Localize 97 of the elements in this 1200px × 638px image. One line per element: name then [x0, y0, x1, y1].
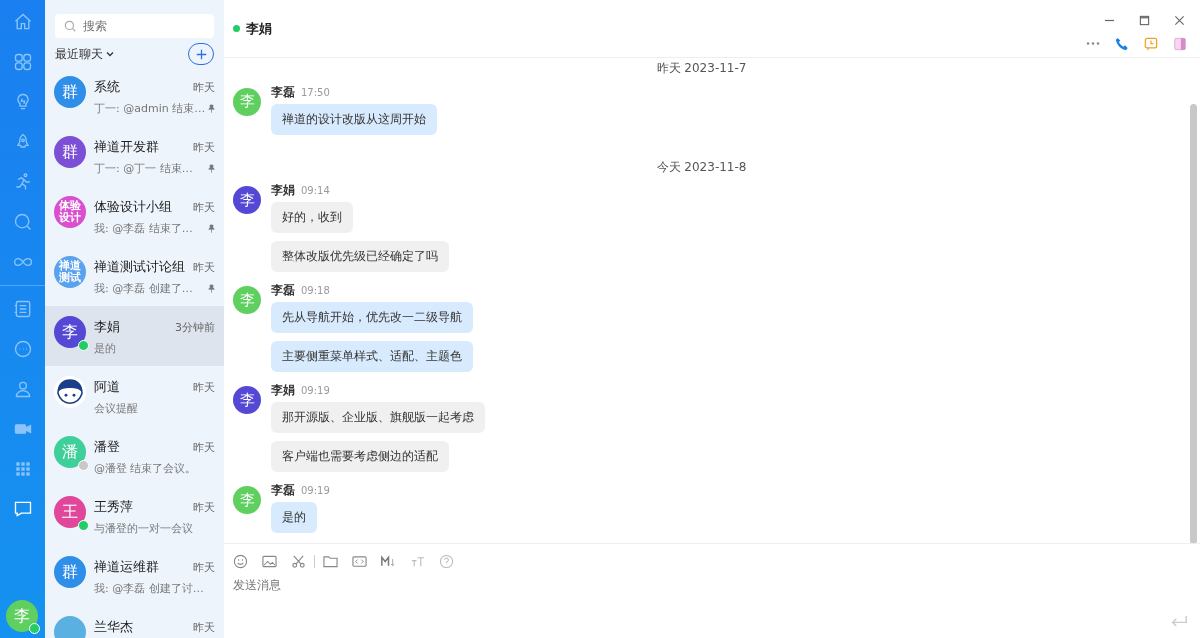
scrollbar[interactable]	[1190, 104, 1197, 544]
clock-chat-icon	[1143, 36, 1158, 51]
conversation-item[interactable]: 潘 潘登 昨天 @潘登 结束了会议。	[45, 426, 224, 486]
conversation-item[interactable]: 禅道测试 禅道测试讨论组 昨天 我: @李磊 创建了…	[45, 246, 224, 306]
conversation-name: 禅道测试讨论组	[94, 258, 185, 276]
sender-name: 李娟	[271, 382, 295, 399]
sender-avatar: 李	[233, 186, 261, 214]
message-preview: 丁一: @admin 结束…	[94, 101, 206, 116]
scissors-icon[interactable]	[291, 554, 306, 569]
message-bubble: 整体改版优先级已经确定了吗	[271, 241, 449, 272]
caret-icon	[105, 49, 115, 59]
emoji-icon[interactable]	[233, 554, 248, 569]
image-icon[interactable]	[262, 554, 277, 569]
message-bubble: 那开源版、企业版、旗舰版一起考虑	[271, 402, 485, 433]
recent-chats-dropdown[interactable]: 最近聊天	[55, 45, 115, 63]
message-time: 09:14	[301, 185, 330, 196]
chat-title: 李娟	[246, 19, 272, 38]
more-icon	[1085, 41, 1100, 46]
avatar: 群	[54, 136, 86, 168]
avatar: 禅道测试	[54, 256, 86, 288]
message-bubble: 好的，收到	[271, 202, 353, 233]
conversation-time: 昨天	[193, 559, 215, 575]
conversation-name: 阿道	[94, 378, 120, 396]
conversation-name: 兰华杰	[94, 618, 133, 636]
search-field[interactable]: 搜索	[55, 14, 214, 38]
message-preview: 我: @李磊 创建了讨…	[94, 581, 204, 596]
avatar: 群	[54, 76, 86, 108]
avatar: 群	[54, 556, 86, 588]
conversation-name: 王秀萍	[94, 498, 133, 516]
message-bubble: 主要侧重菜单样式、适配、主题色	[271, 341, 473, 372]
message-preview: 是的	[94, 341, 116, 356]
avatar: 体验设计	[54, 196, 86, 228]
message-preview: 丁一: @丁一 结束…	[94, 161, 193, 176]
text-size-icon[interactable]	[410, 554, 425, 569]
conversation-item[interactable]: 王 王秀萍 昨天 与潘登的一对一会议	[45, 486, 224, 546]
conversation-time: 昨天	[193, 439, 215, 455]
enter-icon[interactable]	[1170, 615, 1188, 628]
conversation-time: 昨天	[193, 259, 215, 275]
markdown-icon[interactable]	[381, 554, 396, 569]
conversation-item[interactable]: 阿道 昨天 会议提醒	[45, 366, 224, 426]
message-bubble: 客户端也需要考虑侧边的适配	[271, 441, 449, 472]
mascot-avatar	[54, 376, 86, 408]
message-preview: 我: @李磊 结束了…	[94, 221, 193, 236]
conversation-time: 昨天	[193, 199, 215, 215]
conversation-time: 昨天	[193, 139, 215, 155]
conversation-name: 禅道运维群	[94, 558, 159, 576]
history-button[interactable]	[1142, 35, 1159, 52]
sender-avatar: 李	[233, 87, 261, 116]
message-time: 09:19	[301, 485, 330, 496]
sender-avatar: 李	[233, 286, 261, 314]
conversation-item[interactable]: 体验设计 体验设计小组 昨天 我: @李磊 结束了…	[45, 186, 224, 246]
sender-name: 李磊	[271, 282, 295, 299]
message-bubble: 是的	[271, 502, 317, 533]
sender-avatar: 李	[233, 486, 261, 514]
message-preview: @潘登 结束了会议。	[94, 461, 197, 476]
sender-name: 李磊	[271, 83, 295, 101]
message-preview: 会议提醒	[94, 401, 138, 416]
conversation-item[interactable]: 群 系统 昨天 丁一: @admin 结束…	[45, 66, 224, 126]
conversation-item[interactable]: 群 禅道开发群 昨天 丁一: @丁一 结束…	[45, 126, 224, 186]
message-bubble: 禅道的设计改版从这周开始	[271, 103, 437, 135]
conversation-item[interactable]: 兰华杰 昨天	[45, 606, 224, 638]
date-separator: 昨天 2023-11-7	[656, 61, 747, 75]
maximize-icon	[1139, 15, 1150, 26]
conversation-time: 昨天	[193, 79, 215, 95]
conversation-name: 李娟	[94, 318, 120, 336]
message-time: 17:50	[301, 86, 330, 98]
avatar: 王	[54, 496, 86, 528]
message-preview: 与潘登的一对一会议	[94, 521, 193, 536]
code-icon[interactable]	[352, 554, 367, 569]
conversation-time: 昨天	[193, 619, 215, 635]
sender-avatar: 李	[233, 386, 261, 414]
sender-name: 李磊	[271, 482, 295, 499]
date-separator: 今天 2023-11-8	[656, 159, 747, 174]
conversation-time: 昨天	[193, 499, 215, 515]
sender-name: 李娟	[271, 182, 295, 199]
conversation-name: 系统	[94, 78, 120, 96]
message-time: 09:19	[301, 385, 330, 396]
phone-icon	[1114, 36, 1129, 51]
close-icon	[1174, 15, 1185, 26]
message-preview: 我: @李磊 创建了…	[94, 281, 193, 296]
call-button[interactable]	[1113, 35, 1130, 52]
avatar: 潘	[54, 436, 86, 468]
conversation-name: 禅道开发群	[94, 138, 159, 156]
conversation-time: 昨天	[193, 379, 215, 395]
conversation-item[interactable]: 群 禅道运维群 昨天 我: @李磊 创建了讨…	[45, 546, 224, 606]
conversation-name: 体验设计小组	[94, 198, 172, 216]
avatar: 李	[54, 316, 86, 348]
plus-icon	[195, 48, 207, 60]
conversation-name: 潘登	[94, 438, 120, 456]
message-time: 09:18	[301, 285, 330, 296]
sidebar-toggle-button[interactable]	[1171, 35, 1188, 52]
conversation-item[interactable]: 李 李娟 3分钟前 是的	[45, 306, 224, 366]
conversation-time: 3分钟前	[175, 319, 215, 335]
folder-icon[interactable]	[323, 554, 338, 569]
sidebar-icon	[1172, 36, 1187, 51]
help-icon[interactable]	[439, 554, 454, 569]
message-bubble: 先从导航开始，优先改一二级导航	[271, 302, 473, 333]
